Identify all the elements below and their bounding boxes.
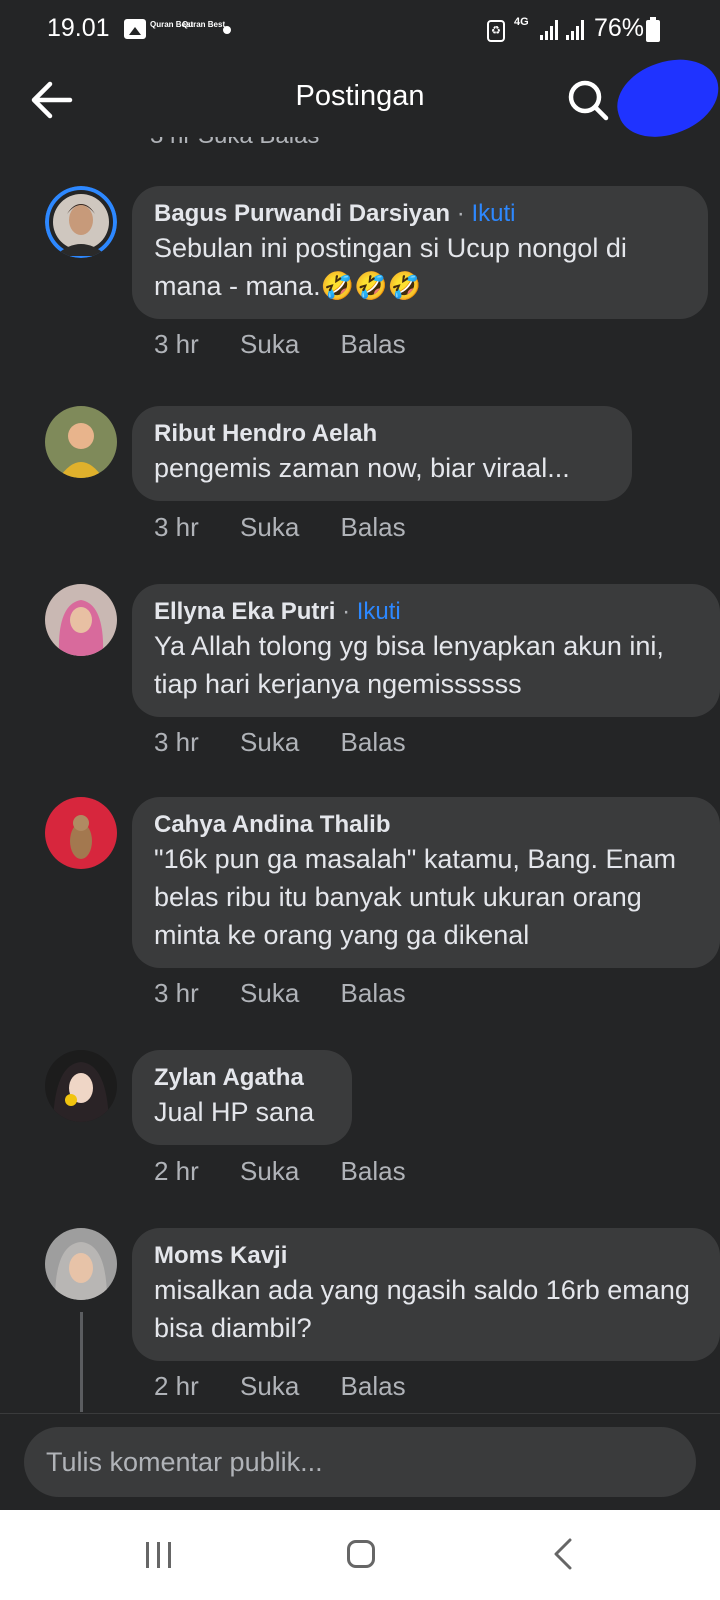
comment-bubble[interactable]: Ribut Hendro Aelah pengemis zaman now, b… bbox=[132, 406, 632, 501]
battery-percent: 76% bbox=[594, 14, 645, 42]
comment-time: 3 hr bbox=[154, 329, 199, 359]
comment-bubble[interactable]: Zylan Agatha Jual HP sana bbox=[132, 1050, 352, 1145]
avatar[interactable] bbox=[45, 1050, 117, 1122]
comment-actions: 3 hr Suka Balas bbox=[154, 512, 440, 543]
system-navigation-bar bbox=[0, 1510, 720, 1600]
comment-input[interactable] bbox=[24, 1427, 696, 1497]
status-bar: 19.01 Quran Best Quran Best ♻ 4G 76% bbox=[0, 0, 720, 62]
comment-time: 2 hr bbox=[154, 1156, 199, 1186]
like-button[interactable]: Suka bbox=[240, 1156, 299, 1187]
avatar[interactable] bbox=[45, 797, 117, 869]
comment-bubble[interactable]: Bagus Purwandi Darsiyan · Ikuti Sebulan … bbox=[132, 186, 708, 319]
comment-text: misalkan ada yang ngasih saldo 16rb eman… bbox=[154, 1275, 690, 1343]
comment-text: "16k pun ga masalah" katamu, Bang. Enam … bbox=[154, 844, 676, 950]
reply-button[interactable]: Balas bbox=[341, 978, 406, 1009]
comment-actions: 3 hr Suka Balas bbox=[154, 329, 440, 360]
comment-actions: 3 hr Suka Balas bbox=[154, 978, 440, 1009]
comment-actions: 2 hr Suka Balas bbox=[154, 1371, 440, 1402]
avatar[interactable] bbox=[45, 406, 117, 478]
comment-actions: 3 hr Suka Balas bbox=[154, 727, 440, 758]
comment-bubble[interactable]: Ellyna Eka Putri · Ikuti Ya Allah tolong… bbox=[132, 584, 720, 717]
recent-apps-icon[interactable] bbox=[146, 1542, 174, 1568]
page-title: Postingan bbox=[295, 80, 425, 112]
reply-button[interactable]: Balas bbox=[341, 1156, 406, 1187]
comment-text: Ya Allah tolong yg bisa lenyapkan akun i… bbox=[154, 631, 664, 699]
top-app-bar: Postingan bbox=[0, 47, 720, 149]
comment-time: 3 hr bbox=[154, 512, 199, 542]
follow-link[interactable]: Ikuti bbox=[471, 200, 515, 227]
commenter-name[interactable]: Cahya Andina Thalib bbox=[154, 810, 698, 840]
gallery-notification-icon bbox=[124, 19, 146, 39]
data-saver-icon: ♻ bbox=[487, 20, 505, 42]
search-icon[interactable] bbox=[566, 78, 610, 122]
comment-actions: 2 hr Suka Balas bbox=[154, 1156, 440, 1187]
app-badge-quran-2: Quran Best bbox=[182, 20, 226, 29]
avatar[interactable] bbox=[45, 186, 117, 258]
reply-button[interactable]: Balas bbox=[341, 1371, 406, 1402]
reply-button[interactable]: Balas bbox=[341, 329, 406, 360]
avatar[interactable] bbox=[45, 1228, 117, 1300]
comment-bubble[interactable]: Cahya Andina Thalib "16k pun ga masalah"… bbox=[132, 797, 720, 968]
network-type: 4G bbox=[514, 16, 529, 28]
follow-link[interactable]: Ikuti bbox=[357, 598, 401, 625]
comment-time: 3 hr bbox=[154, 978, 199, 1008]
signal-icon-1 bbox=[540, 20, 560, 40]
redaction-scribble bbox=[607, 47, 720, 149]
like-button[interactable]: Suka bbox=[240, 1371, 299, 1402]
home-icon[interactable] bbox=[347, 1540, 375, 1568]
commenter-name[interactable]: Bagus Purwandi Darsiyan bbox=[154, 200, 450, 227]
reply-thread-line bbox=[80, 1312, 83, 1412]
reply-button[interactable]: Balas bbox=[341, 727, 406, 758]
commenter-name[interactable]: Moms Kavji bbox=[154, 1241, 698, 1271]
like-button[interactable]: Suka bbox=[240, 978, 299, 1009]
reply-button[interactable]: Balas bbox=[341, 512, 406, 543]
like-button[interactable]: Suka bbox=[240, 329, 299, 360]
signal-icon-2 bbox=[566, 20, 586, 40]
comment-text: pengemis zaman now, biar viraal... bbox=[154, 453, 570, 483]
commenter-name[interactable]: Ribut Hendro Aelah bbox=[154, 419, 610, 449]
comment-text: Jual HP sana bbox=[154, 1097, 315, 1127]
status-time: 19.01 bbox=[47, 14, 110, 42]
like-button[interactable]: Suka bbox=[240, 727, 299, 758]
comment-time: 2 hr bbox=[154, 1371, 199, 1401]
comment-time: 3 hr bbox=[154, 727, 199, 757]
comment-text: Sebulan ini postingan si Ucup nongol di … bbox=[154, 233, 627, 301]
more-notifications-dot bbox=[223, 26, 231, 34]
commenter-name[interactable]: Zylan Agatha bbox=[154, 1063, 330, 1093]
system-back-icon[interactable] bbox=[552, 1538, 576, 1570]
comment-bubble[interactable]: Moms Kavji misalkan ada yang ngasih sald… bbox=[132, 1228, 720, 1361]
commenter-name[interactable]: Ellyna Eka Putri bbox=[154, 598, 335, 625]
battery-icon bbox=[646, 17, 660, 42]
like-button[interactable]: Suka bbox=[240, 512, 299, 543]
avatar[interactable] bbox=[45, 584, 117, 656]
